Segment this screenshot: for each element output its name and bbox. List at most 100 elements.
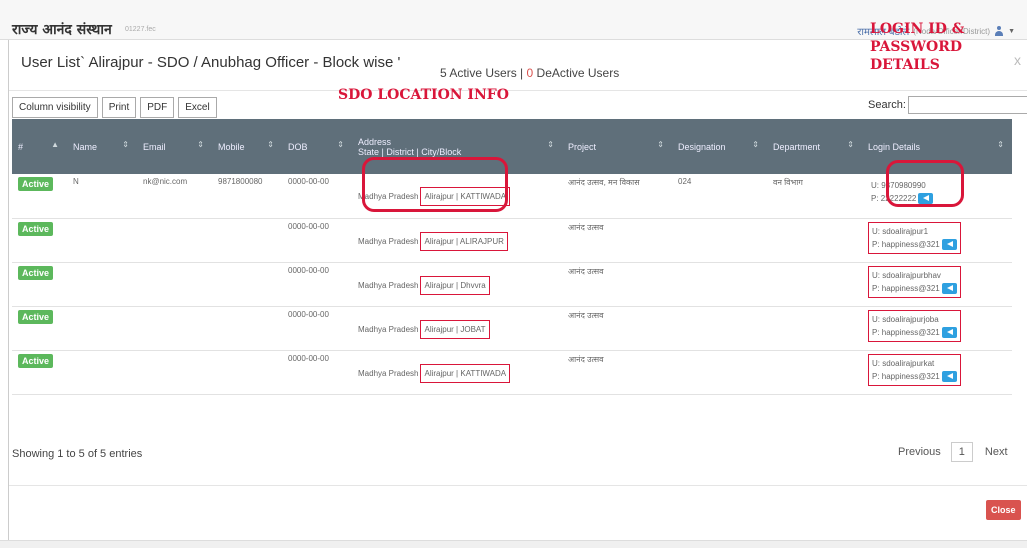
- sort-icon[interactable]: ⇕: [657, 140, 664, 149]
- cell-address: Madhya Pradesh Alirajpur | KATTIWADA: [352, 350, 562, 394]
- sort-icon[interactable]: ⇕: [267, 140, 274, 149]
- brand-title[interactable]: राज्य आनंद संस्थान: [12, 20, 112, 39]
- column-header-address[interactable]: Address State | District | City/Block ⇕: [352, 119, 562, 174]
- search-label: Search:: [868, 99, 906, 111]
- cell-address: Madhya Pradesh Alirajpur | ALIRAJPUR: [352, 218, 562, 262]
- cell-login: U: sdoalirajpurbhav P: happiness@321: [862, 262, 1012, 306]
- cell-dob: 0000-00-00: [288, 265, 329, 275]
- cell-login: U: sdoalirajpurjoba P: happiness@321: [862, 306, 1012, 350]
- cell-dob: 0000-00-00: [288, 309, 329, 319]
- column-visibility-button[interactable]: Column visibility: [12, 97, 98, 118]
- cell-login: U: sdoalirajpurkat P: happiness@321: [862, 350, 1012, 394]
- table-row: Active 0000-00-00 Madhya Pradesh Alirajpu…: [12, 350, 1012, 394]
- table-header-row: # ▲ Name ⇕ Email ⇕ Mobile ⇕ DOB ⇕ Address Sta…: [12, 119, 1012, 174]
- cell-name: [67, 350, 137, 394]
- send-icon[interactable]: [941, 370, 957, 382]
- table-row: Active 0000-00-00 Madhya Pradesh Alirajpu…: [12, 218, 1012, 262]
- cell-department: [767, 306, 862, 350]
- cell-address: Madhya Pradesh Alirajpur | KATTIWADA: [352, 174, 562, 218]
- cell-dob: 0000-00-00: [288, 221, 329, 231]
- search-input[interactable]: [907, 96, 1027, 114]
- cell-state: Madhya Pradesh: [358, 192, 419, 201]
- cell-mobile: 9871800080: [218, 177, 263, 186]
- column-header-mobile[interactable]: Mobile ⇕: [212, 119, 282, 174]
- cell-department: [767, 218, 862, 262]
- cell-state: Madhya Pradesh: [358, 368, 419, 378]
- cell-department: [767, 262, 862, 306]
- sort-icon[interactable]: ⇕: [547, 140, 554, 149]
- cell-state: Madhya Pradesh: [358, 324, 419, 334]
- column-header-email[interactable]: Email ⇕: [137, 119, 212, 174]
- column-header-department[interactable]: Department ⇕: [767, 119, 862, 174]
- send-icon[interactable]: [941, 326, 957, 338]
- cell-login: U: sdoalirajpur1 P: happiness@321: [862, 218, 1012, 262]
- sort-icon[interactable]: ⇕: [997, 140, 1004, 149]
- login-user: U: 9870980990: [871, 181, 926, 190]
- sort-icon[interactable]: ⇕: [752, 140, 759, 149]
- login-pass: P: happiness@321: [872, 327, 940, 337]
- send-icon[interactable]: [941, 282, 957, 294]
- column-header-designation[interactable]: Designation ⇕: [672, 119, 767, 174]
- cell-state: Madhya Pradesh: [358, 236, 419, 246]
- cell-name: N: [73, 177, 79, 186]
- login-user: U: sdoalirajpurkat: [872, 358, 935, 368]
- column-header-project[interactable]: Project ⇕: [562, 119, 672, 174]
- divider: [9, 90, 1027, 91]
- send-icon[interactable]: [941, 238, 957, 250]
- print-button[interactable]: Print: [101, 97, 137, 118]
- cell-location: Alirajpur | KATTIWADA: [420, 187, 511, 206]
- cell-name: [67, 262, 137, 306]
- pdf-button[interactable]: PDF: [140, 97, 175, 118]
- sort-icon[interactable]: ⇕: [122, 140, 129, 149]
- annotation-sdo-location: SDO LOCATION INFO: [338, 87, 509, 103]
- login-pass: P: 22222222: [871, 194, 917, 203]
- column-header-index[interactable]: # ▲: [12, 119, 67, 174]
- cell-mobile: [212, 218, 282, 262]
- cell-project: आनंद उत्सव: [568, 222, 604, 232]
- cell-department: वन विभाग: [773, 178, 803, 187]
- send-icon[interactable]: [918, 193, 934, 205]
- export-toolbar: Column visibility Print PDF Excel: [12, 97, 221, 118]
- cell-dob: 0000-00-00: [288, 177, 329, 186]
- sort-asc-icon[interactable]: ▲: [51, 140, 59, 149]
- login-user: U: sdoalirajpurbhav: [872, 270, 941, 280]
- close-button[interactable]: Close: [986, 500, 1021, 520]
- cell-mobile: [212, 262, 282, 306]
- status-badge: Active: [18, 309, 54, 324]
- sort-icon[interactable]: ⇕: [197, 140, 204, 149]
- cell-designation: [672, 350, 767, 394]
- inactive-label: DeActive Users: [536, 66, 620, 80]
- column-header-login-details[interactable]: Login Details ⇕: [862, 119, 1012, 174]
- cell-login: U: 9870980990 P: 22222222: [862, 174, 1012, 218]
- cell-designation: [672, 306, 767, 350]
- next-page-button[interactable]: Next: [985, 446, 1008, 458]
- status-badge: Active: [18, 265, 54, 280]
- cell-project: आनंद उत्सव: [568, 354, 604, 364]
- table-row: Active N nk@nic.com 9871800080 0000-00-0…: [12, 174, 1012, 218]
- search-box: Search:: [868, 96, 1027, 114]
- previous-page-button[interactable]: Previous: [898, 446, 941, 458]
- login-pass: P: happiness@321: [872, 239, 940, 249]
- cell-email: [137, 218, 212, 262]
- cell-mobile: [212, 306, 282, 350]
- brand-subtext: 01227.fec: [125, 26, 156, 33]
- cell-dob: 0000-00-00: [288, 353, 329, 363]
- user-table: # ▲ Name ⇕ Email ⇕ Mobile ⇕ DOB ⇕ Address Sta…: [12, 119, 1012, 395]
- login-user: U: sdoalirajpurjoba: [872, 314, 939, 324]
- cell-name: [67, 306, 137, 350]
- sort-icon[interactable]: ⇕: [847, 140, 854, 149]
- column-header-dob[interactable]: DOB ⇕: [282, 119, 352, 174]
- login-pass: P: happiness@321: [872, 283, 940, 293]
- cell-mobile: [212, 350, 282, 394]
- pagination: Previous 1 Next: [898, 442, 1008, 462]
- login-user: U: sdoalirajpur1: [872, 226, 929, 236]
- sort-icon[interactable]: ⇕: [337, 140, 344, 149]
- cell-email: [137, 306, 212, 350]
- column-header-name[interactable]: Name ⇕: [67, 119, 137, 174]
- page-1-button[interactable]: 1: [950, 442, 973, 462]
- excel-button[interactable]: Excel: [178, 97, 217, 118]
- cell-address: Madhya Pradesh Alirajpur | JOBAT: [352, 306, 562, 350]
- active-count: 5 Active Users |: [440, 66, 524, 80]
- cell-email: [137, 350, 212, 394]
- cell-location: Alirajpur | Dhvvra: [420, 275, 490, 295]
